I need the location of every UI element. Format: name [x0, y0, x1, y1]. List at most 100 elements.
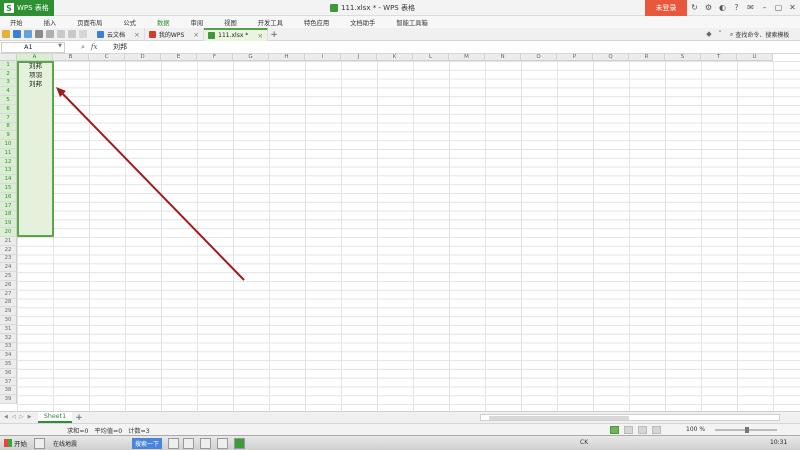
document-tab-bar: 云文档 × 我的WPS × 111.xlsx * × + ◆ ˄ ⌕ 查找命令、…	[0, 28, 800, 41]
taskbar-item-label: 在线地震	[53, 441, 78, 448]
tab-label: 111.xlsx *	[218, 32, 249, 39]
close-tab-icon[interactable]: ×	[257, 32, 263, 40]
start-label: 开始	[14, 440, 27, 448]
zoom-slider-knob[interactable]	[745, 427, 749, 433]
app-menu-button[interactable]: S WPS 表格	[0, 0, 54, 16]
cloud-sync-icon[interactable]: ◆	[705, 30, 713, 38]
print-preview-icon[interactable]	[46, 30, 54, 38]
menu-item-smart-toolbox[interactable]: 智能工具箱	[386, 16, 438, 28]
close-tab-icon[interactable]: ×	[134, 31, 140, 39]
undo-icon[interactable]	[57, 30, 65, 38]
refresh-icon[interactable]: ↻	[690, 3, 699, 12]
command-search[interactable]: ⌕ 查找命令、搜索模板	[730, 30, 790, 40]
spreadsheet-file-icon	[330, 4, 338, 12]
sheet-icon	[208, 32, 216, 39]
record-icon[interactable]	[217, 438, 228, 449]
taskbar-item-search[interactable]: 搜索一下	[132, 438, 163, 449]
sheet-tab-bar: ◀ ◁ ▷ ▶ Sheet1 +	[0, 411, 800, 423]
chevron-down-icon[interactable]: ▼	[58, 43, 62, 49]
command-search-placeholder: 查找命令、搜索模板	[735, 32, 790, 39]
annotation-arrow	[56, 87, 245, 281]
app-menu-label: WPS 表格	[17, 4, 49, 12]
more-dropdown-icon[interactable]	[79, 30, 87, 38]
menu-item-formulas[interactable]: 公式	[113, 16, 147, 28]
zoom-slider[interactable]	[715, 427, 777, 433]
taskbar-item-label: 搜索一下	[135, 441, 160, 448]
os-taskbar: 开始 在线地震 搜索一下 CK 10:31	[0, 435, 800, 450]
formula-input[interactable]: 刘邦	[105, 42, 800, 52]
page-break-view-icon[interactable]	[624, 426, 633, 434]
wps-sheet-icon[interactable]	[234, 438, 245, 449]
sheet-tab-sheet1[interactable]: Sheet1	[38, 412, 72, 423]
view-mode-buttons	[610, 426, 661, 434]
menu-item-insert[interactable]: 插入	[34, 16, 68, 28]
spreadsheet-grid: ABCDEFGHIJKLMNOPQRSTU 1 2 3 4 5 6 7 8 9 10 11 12 13 1…	[0, 54, 800, 411]
scrollbar-thumb[interactable]	[489, 416, 629, 420]
menu-item-doc-assistant[interactable]: 文档助手	[340, 16, 386, 28]
menu-item-special[interactable]: 特色应用	[294, 16, 340, 28]
cloud-icon	[97, 31, 104, 38]
next-sheet-icon[interactable]: ▷	[20, 414, 24, 420]
skin-icon[interactable]: ◐	[718, 3, 727, 12]
open-folder-icon[interactable]	[2, 30, 10, 38]
reading-mode-icon[interactable]	[652, 426, 661, 434]
save-icon[interactable]	[13, 30, 21, 38]
menu-item-review[interactable]: 审阅	[181, 16, 215, 28]
menu-item-data[interactable]: 数据	[147, 16, 181, 28]
normal-view-icon[interactable]	[610, 426, 619, 434]
feedback-icon[interactable]: ✉	[746, 3, 755, 12]
close-icon[interactable]: ✕	[788, 3, 797, 12]
chevron-up-icon[interactable]: ˄	[716, 30, 724, 38]
tab-cloud-docs[interactable]: 云文档 ×	[93, 28, 145, 41]
sheet-nav-buttons: ◀ ◁ ▷ ▶	[4, 414, 31, 420]
status-bar: 求和=0 平均值=0 计数=3 100 %	[0, 423, 800, 435]
average-stat: 平均值=0	[94, 428, 123, 435]
horizontal-scrollbar[interactable]	[480, 414, 780, 421]
app-icon[interactable]	[168, 438, 179, 449]
help-icon[interactable]: ?	[732, 3, 741, 12]
taskbar-clock: 10:31	[770, 439, 788, 446]
window-title-text: 111.xlsx * - WPS 表格	[341, 4, 415, 12]
function-icon[interactable]: fx	[91, 43, 98, 51]
explorer-icon[interactable]	[183, 438, 194, 449]
system-tray: CK	[580, 439, 588, 446]
first-sheet-icon[interactable]: ◀	[4, 414, 8, 420]
menu-item-view[interactable]: 视图	[214, 16, 248, 28]
input-indicator[interactable]: CK	[580, 439, 588, 446]
print-icon[interactable]	[35, 30, 43, 38]
arrow-shaft	[59, 90, 245, 281]
taskbar-item-online[interactable]: 在线地震	[50, 438, 80, 449]
last-sheet-icon[interactable]: ▶	[28, 414, 32, 420]
ribbon-menu: 开始 插入 页面布局 公式 数据 审阅 视图 开发工具 特色应用 文档助手 智能…	[0, 16, 800, 28]
search-icon: ⌕	[730, 30, 734, 38]
minimize-icon[interactable]: –	[760, 3, 769, 12]
tab-111-xlsx[interactable]: 111.xlsx * ×	[204, 28, 269, 41]
close-tab-icon[interactable]: ×	[193, 31, 199, 39]
settings-icon[interactable]: ⚙	[704, 3, 713, 12]
redo-icon[interactable]	[68, 30, 76, 38]
quick-access-toolbar	[2, 30, 87, 38]
page-layout-view-icon[interactable]	[638, 426, 647, 434]
restore-icon[interactable]: ▢	[774, 3, 783, 12]
name-box[interactable]: A1 ▼	[1, 41, 65, 53]
menu-item-page-layout[interactable]: 页面布局	[67, 16, 113, 28]
add-sheet-button[interactable]: +	[74, 412, 84, 423]
zoom-icon[interactable]: ⌕	[81, 43, 85, 52]
sum-stat: 求和=0	[67, 428, 89, 435]
media-icon[interactable]	[200, 438, 211, 449]
menu-item-developer[interactable]: 开发工具	[248, 16, 294, 28]
menu-item-home[interactable]: 开始	[0, 16, 34, 28]
new-tab-button[interactable]: +	[268, 28, 280, 41]
browser-icon[interactable]	[34, 438, 45, 449]
formula-bar-icons: ⌕ fx	[65, 43, 105, 52]
save-as-icon[interactable]	[24, 30, 32, 38]
selection-stats: 求和=0 平均值=0 计数=3	[67, 426, 150, 435]
zoom-level: 100 %	[686, 426, 706, 433]
login-button[interactable]: 未登录	[645, 0, 687, 16]
prev-sheet-icon[interactable]: ◁	[12, 414, 16, 420]
title-bar: S WPS 表格 111.xlsx * - WPS 表格 未登录 ↻ ⚙ ◐ ?…	[0, 0, 800, 16]
tab-label: 我的WPS	[158, 32, 185, 39]
tab-my-wps[interactable]: 我的WPS ×	[145, 28, 205, 41]
count-stat: 计数=3	[128, 428, 150, 435]
tab-label: 云文档	[107, 32, 126, 39]
